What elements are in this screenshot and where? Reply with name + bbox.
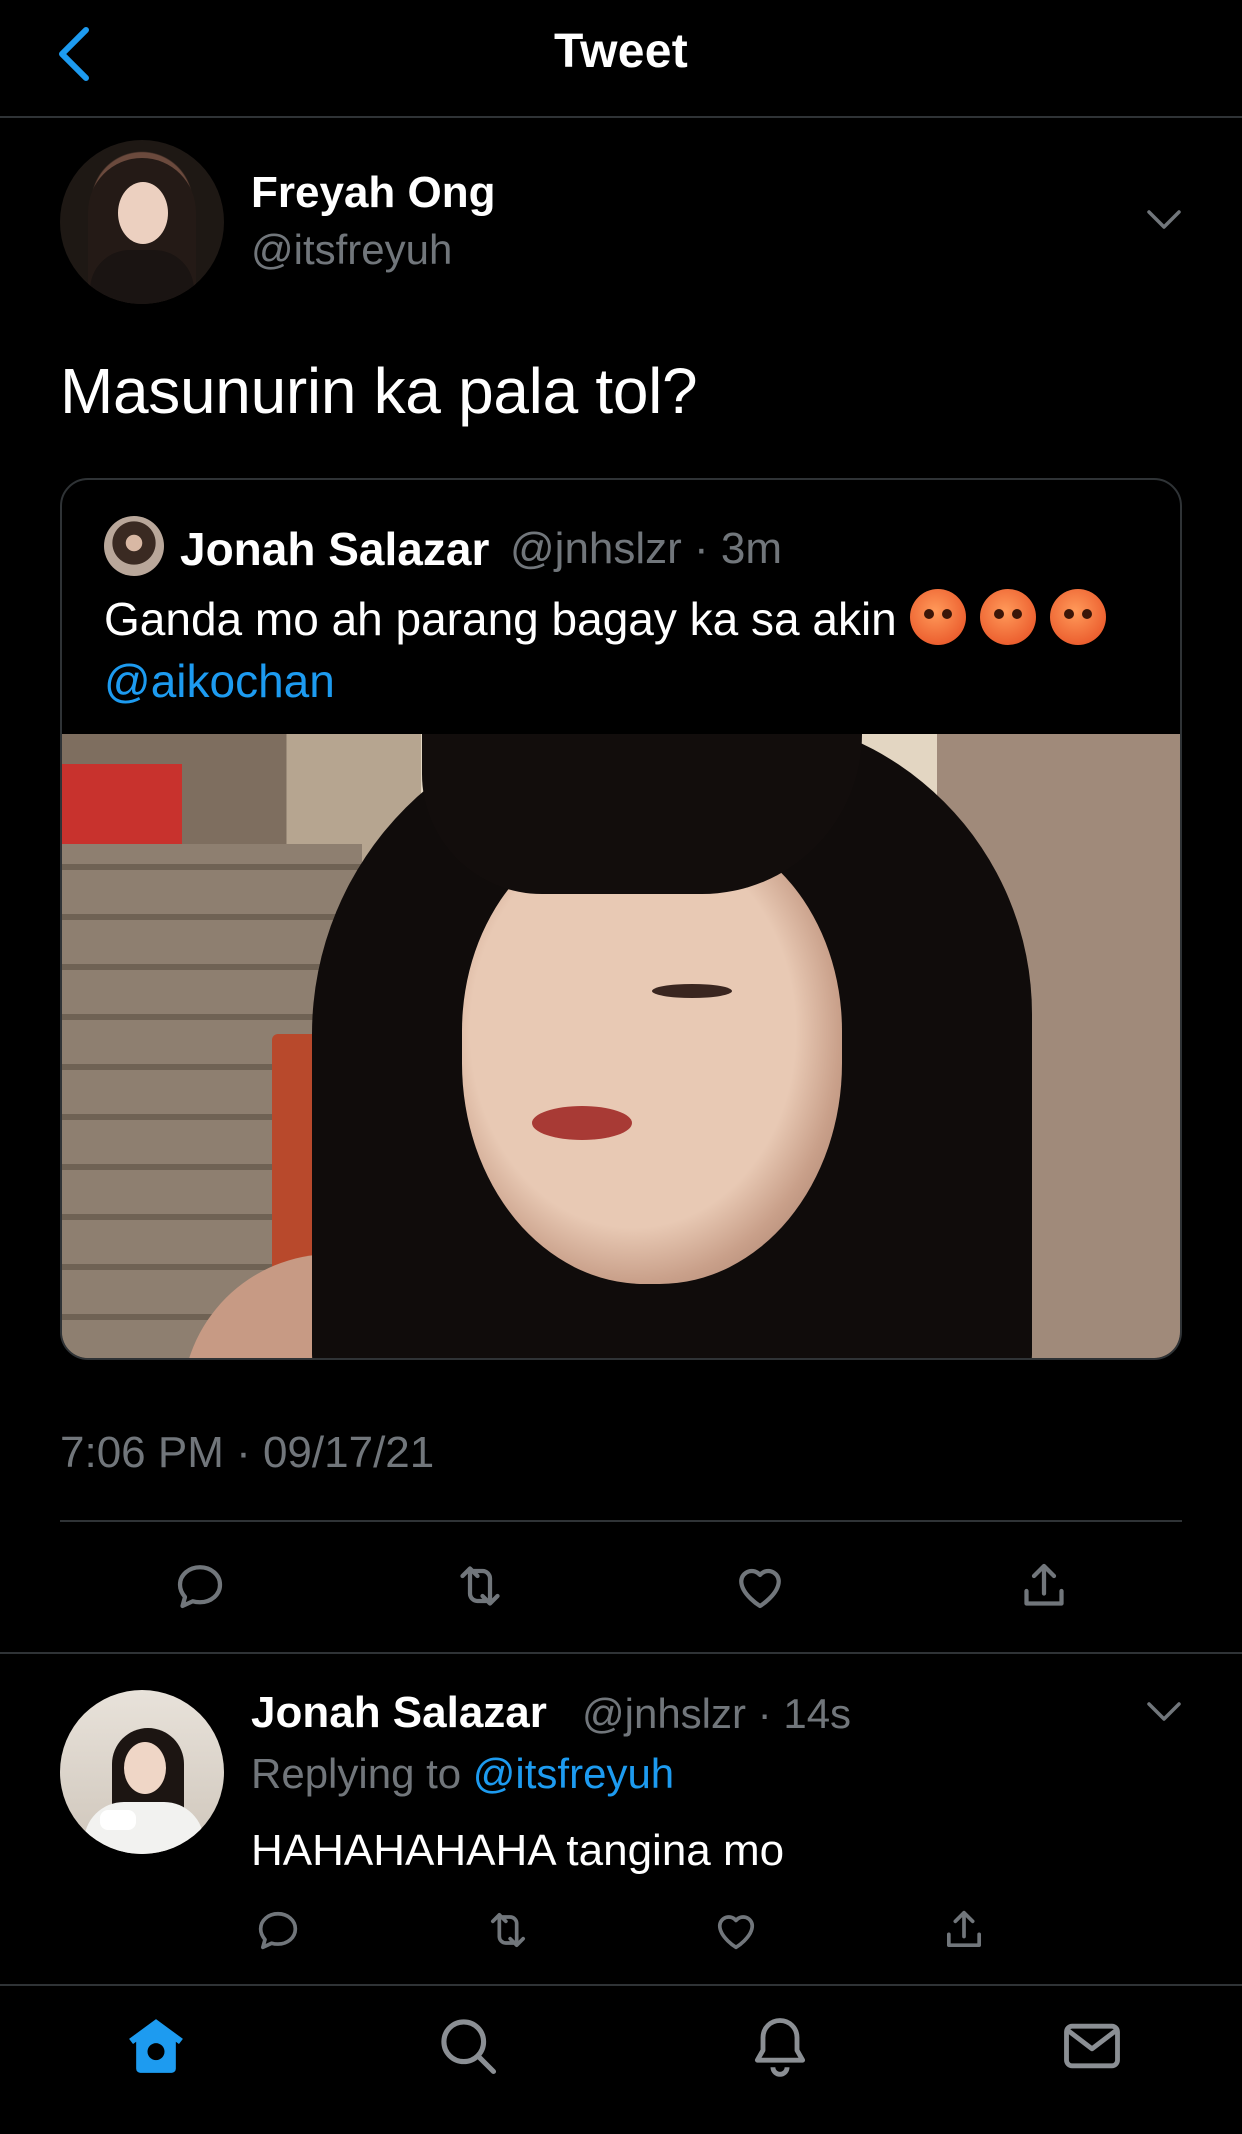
quoted-author-name: Jonah Salazar	[180, 523, 490, 575]
reply-author-handle[interactable]: @jnhslzr	[582, 1690, 746, 1737]
page-title: Tweet	[554, 25, 688, 78]
tab-home[interactable]	[122, 2012, 190, 2080]
divider	[60, 1520, 1182, 1522]
reply-avatar[interactable]	[60, 1690, 224, 1854]
angry-face-icon	[1049, 589, 1106, 645]
reply-like-button[interactable]	[710, 1904, 762, 1956]
tweet-text: Masunurin ka pala tol?	[60, 355, 698, 427]
quoted-author-handle: @jnhslzr	[510, 524, 682, 573]
quoted-author-meta: @jnhslzr · 3m	[510, 524, 783, 573]
quoted-text-body: Ganda mo ah parang bagay ka sa akin	[104, 593, 897, 645]
quoted-text: Ganda mo ah parang bagay ka sa akin @aik…	[104, 588, 1144, 712]
reply-text: HAHAHAHAHA tangina mo	[251, 1826, 785, 1875]
tab-search[interactable]	[434, 2012, 502, 2080]
reply-time: 14s	[783, 1690, 852, 1737]
bell-icon	[754, 2018, 806, 2077]
author-handle[interactable]: @itsfreyuh	[251, 226, 452, 274]
reply-author-meta: @jnhslzr · 14s	[582, 1690, 852, 1737]
retweet-button[interactable]	[450, 1556, 510, 1616]
retweet-icon	[490, 1912, 526, 1948]
replying-to-link[interactable]: @itsfreyuh	[473, 1750, 674, 1797]
reply-reply-button[interactable]	[252, 1904, 304, 1956]
replying-prefix: Replying to	[251, 1750, 462, 1797]
mail-icon	[1064, 2023, 1120, 2069]
reply-icon	[177, 1565, 223, 1609]
heart-icon	[739, 1568, 781, 1609]
retweet-icon	[460, 1566, 500, 1606]
author-name[interactable]: Freyah Ong	[251, 168, 496, 218]
quoted-time: 3m	[720, 524, 783, 573]
reply-share-button[interactable]	[938, 1904, 990, 1956]
tweet-timestamp: 7:06 PM · 09/17/21	[60, 1428, 435, 1477]
like-button[interactable]	[730, 1556, 790, 1616]
search-icon	[441, 2019, 497, 2075]
reply-author-name[interactable]: Jonah Salazar	[251, 1688, 547, 1738]
share-icon	[1024, 1563, 1064, 1606]
quoted-tweet-card[interactable]: Jonah Salazar @jnhslzr · 3m Ganda mo ah …	[60, 478, 1182, 1360]
home-icon	[129, 2019, 183, 2073]
divider	[0, 1652, 1242, 1654]
chevron-down-icon	[1147, 210, 1181, 229]
tweet-options-button[interactable]	[1146, 208, 1182, 232]
reply-retweet-button[interactable]	[482, 1904, 534, 1956]
quoted-avatar	[104, 516, 164, 576]
tab-messages[interactable]	[1058, 2012, 1126, 2080]
quoted-photo[interactable]	[62, 734, 1180, 1358]
top-bar: Tweet	[0, 0, 1242, 118]
share-icon	[946, 1910, 982, 1948]
replying-to: Replying to @itsfreyuh	[251, 1750, 674, 1798]
heart-icon	[717, 1915, 755, 1950]
angry-face-icon	[909, 589, 966, 645]
quoted-mention-link[interactable]: @aikochan	[104, 655, 335, 707]
bottom-tab-bar	[0, 1984, 1242, 2134]
angry-face-icon	[979, 589, 1036, 645]
reply-button[interactable]	[170, 1556, 230, 1616]
reply-options-button[interactable]	[1146, 1700, 1182, 1724]
reply-icon	[258, 1911, 298, 1950]
tab-notifications[interactable]	[746, 2012, 814, 2080]
share-button[interactable]	[1014, 1556, 1074, 1616]
avatar[interactable]	[60, 140, 224, 304]
chevron-down-icon	[1147, 1702, 1181, 1721]
